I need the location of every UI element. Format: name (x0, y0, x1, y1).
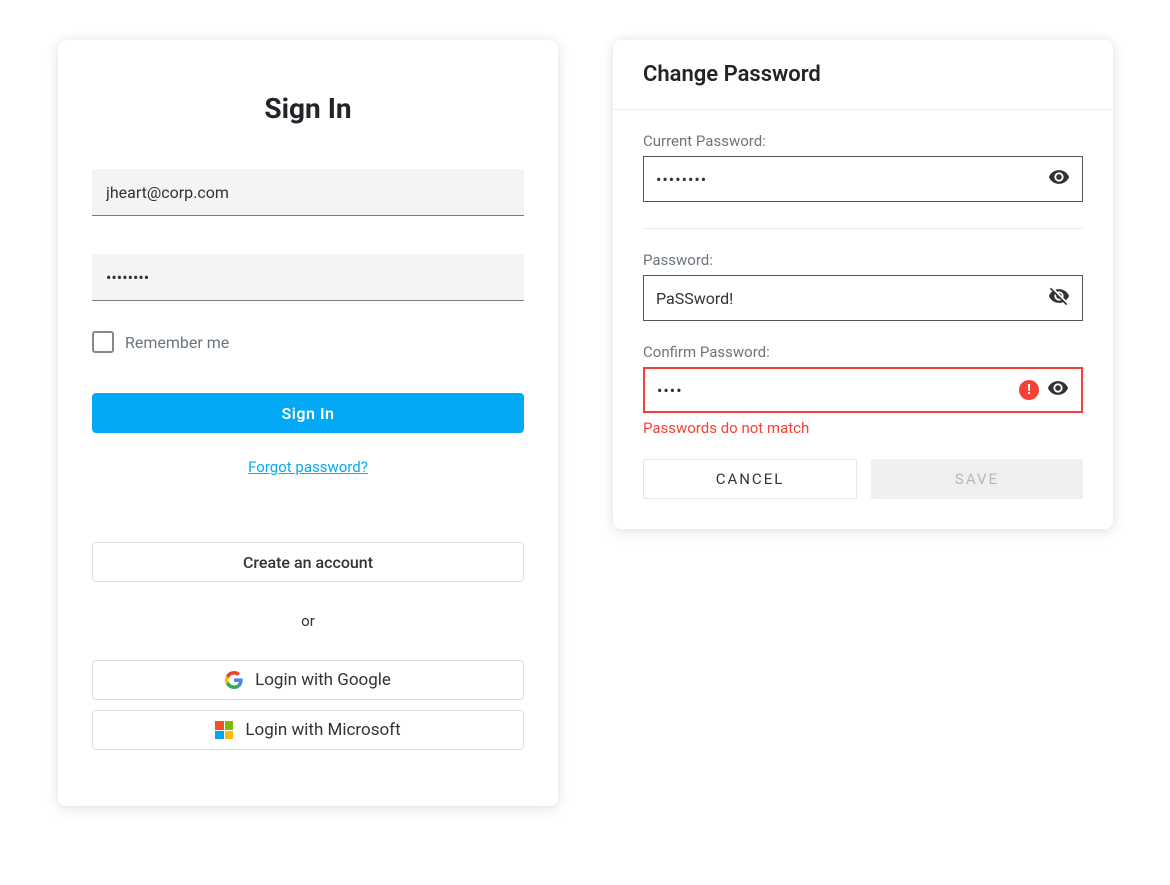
login-google-label: Login with Google (255, 670, 391, 690)
password-field[interactable] (92, 254, 524, 301)
create-account-button[interactable]: Create an account (92, 542, 524, 582)
login-microsoft-button[interactable]: Login with Microsoft (92, 710, 524, 750)
microsoft-icon (215, 721, 233, 739)
signin-card: Sign In Remember me Sign In Forgot passw… (58, 40, 558, 806)
separator (643, 228, 1083, 229)
or-divider: or (92, 612, 524, 630)
save-button[interactable]: SAVE (871, 459, 1083, 499)
login-microsoft-label: Login with Microsoft (245, 720, 400, 740)
remember-checkbox[interactable] (92, 331, 114, 353)
signin-title: Sign In (92, 92, 524, 125)
change-password-title: Change Password (613, 40, 1113, 110)
current-password-wrap (643, 156, 1083, 202)
cancel-button-label: CANCEL (716, 470, 785, 488)
create-account-label: Create an account (243, 553, 373, 572)
error-message: Passwords do not match (643, 419, 1083, 437)
eye-icon[interactable] (1047, 377, 1069, 403)
cancel-button[interactable]: CANCEL (643, 459, 857, 499)
save-button-label: SAVE (955, 470, 999, 488)
new-password-wrap (643, 275, 1083, 321)
eye-icon[interactable] (1048, 166, 1070, 192)
forgot-row: Forgot password? (92, 457, 524, 476)
signin-button[interactable]: Sign In (92, 393, 524, 433)
confirm-password-wrap: ! (643, 367, 1083, 413)
remember-row: Remember me (92, 331, 524, 353)
confirm-password-field[interactable] (657, 381, 1011, 400)
change-password-card: Change Password Current Password: Passwo… (613, 40, 1113, 529)
actions-row: CANCEL SAVE (643, 459, 1083, 499)
google-icon (225, 671, 243, 689)
login-google-button[interactable]: Login with Google (92, 660, 524, 700)
new-password-field[interactable] (656, 289, 1040, 308)
current-password-field[interactable] (656, 170, 1040, 189)
signin-button-label: Sign In (282, 404, 335, 423)
current-password-label: Current Password: (643, 132, 1083, 150)
forgot-password-link[interactable]: Forgot password? (248, 458, 368, 476)
confirm-password-label: Confirm Password: (643, 343, 1083, 361)
error-icon: ! (1019, 380, 1039, 400)
remember-label: Remember me (125, 333, 229, 352)
email-field[interactable] (92, 169, 524, 216)
eye-off-icon[interactable] (1048, 285, 1070, 311)
new-password-label: Password: (643, 251, 1083, 269)
